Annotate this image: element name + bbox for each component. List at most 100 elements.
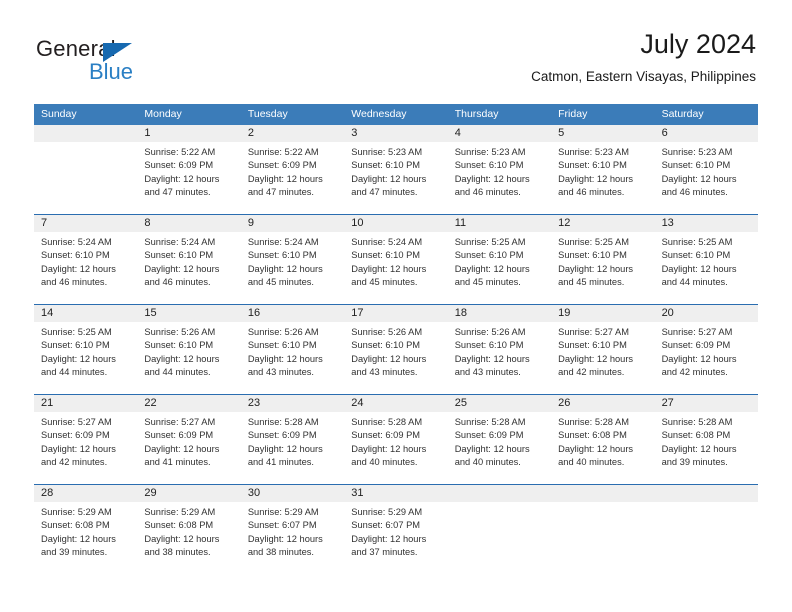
calendar-day-cell[interactable]: 24 Sunrise: 5:28 AM Sunset: 6:09 PM Dayligh… (344, 395, 448, 484)
calendar-day-cell[interactable]: 17 Sunrise: 5:26 AM Sunset: 6:10 PM Dayligh… (344, 305, 448, 394)
calendar-week-row: 1 Sunrise: 5:22 AM Sunset: 6:09 PM Daylight… (34, 125, 758, 214)
daylight-text-line2: and 43 minutes. (247, 367, 314, 378)
daylight-text-line1: Daylight: 12 hours (247, 263, 323, 274)
day-info: Sunrise: 5:26 AM Sunset: 6:10 PM Daylight:… (344, 322, 447, 380)
sunrise-text: Sunrise: 5:25 AM (41, 327, 112, 337)
calendar-day-cell[interactable]: 22 Sunrise: 5:27 AM Sunset: 6:09 PM Dayligh… (137, 395, 241, 484)
day-number: 17 (344, 305, 448, 322)
daylight-text-line1: Daylight: 12 hours (661, 263, 737, 274)
daylight-text-line2: and 40 minutes. (351, 457, 418, 468)
day-info: Sunrise: 5:24 AM Sunset: 6:10 PM Daylight:… (241, 232, 344, 290)
day-number (34, 125, 138, 142)
day-number: 31 (344, 485, 448, 502)
calendar-day-cell[interactable]: 10 Sunrise: 5:24 AM Sunset: 6:10 PM Dayligh… (344, 215, 448, 304)
calendar-day-cell[interactable]: 13 Sunrise: 5:25 AM Sunset: 6:10 PM Dayligh… (654, 215, 758, 304)
daylight-text-line2: and 38 minutes. (247, 547, 314, 558)
sunset-text: Sunset: 6:09 PM (144, 430, 214, 441)
calendar-day-cell[interactable]: 2 Sunrise: 5:22 AM Sunset: 6:09 PM Daylight… (240, 125, 345, 214)
calendar-cell-empty (447, 485, 552, 574)
calendar-day-cell[interactable]: 26 Sunrise: 5:28 AM Sunset: 6:08 PM Dayligh… (551, 395, 655, 484)
day-number: 7 (34, 215, 138, 232)
daylight-text-line1: Daylight: 12 hours (41, 533, 116, 544)
sunset-text: Sunset: 6:08 PM (41, 520, 110, 531)
calendar-day-cell[interactable]: 25 Sunrise: 5:28 AM Sunset: 6:09 PM Dayligh… (447, 395, 552, 484)
page-title: July 2024 (640, 29, 756, 59)
daylight-text-line1: Daylight: 12 hours (144, 263, 220, 274)
day-number: 4 (447, 125, 552, 142)
sunrise-text: Sunrise: 5:27 AM (41, 417, 112, 427)
calendar-day-cell[interactable]: 4 Sunrise: 5:23 AM Sunset: 6:10 PM Daylight… (447, 125, 552, 214)
daylight-text-line1: Daylight: 12 hours (454, 173, 530, 184)
daylight-text-line2: and 46 minutes. (558, 187, 625, 198)
daylight-text-line1: Daylight: 12 hours (454, 443, 530, 454)
daylight-text-line1: Daylight: 12 hours (351, 173, 427, 184)
daylight-text-line2: and 46 minutes. (144, 277, 211, 288)
calendar-day-cell[interactable]: 7 Sunrise: 5:24 AM Sunset: 6:10 PM Daylight… (34, 215, 138, 304)
daylight-text-line2: and 40 minutes. (454, 457, 521, 468)
day-number: 2 (240, 125, 345, 142)
calendar-day-cell[interactable]: 6 Sunrise: 5:23 AM Sunset: 6:10 PM Daylight… (654, 125, 758, 214)
logo-text-blue: Blue (89, 59, 134, 84)
sunrise-text: Sunrise: 5:27 AM (661, 327, 733, 337)
calendar-day-cell[interactable]: 12 Sunrise: 5:25 AM Sunset: 6:10 PM Dayligh… (551, 215, 655, 304)
day-number: 23 (240, 395, 345, 412)
day-info: Sunrise: 5:27 AM Sunset: 6:10 PM Daylight:… (551, 322, 654, 380)
calendar-cell-empty (551, 485, 655, 574)
sunrise-text: Sunrise: 5:23 AM (351, 147, 423, 157)
calendar-day-cell[interactable]: 16 Sunrise: 5:26 AM Sunset: 6:10 PM Dayligh… (240, 305, 345, 394)
calendar-day-cell[interactable]: 27 Sunrise: 5:28 AM Sunset: 6:08 PM Dayligh… (654, 395, 758, 484)
calendar-day-cell[interactable]: 30 Sunrise: 5:29 AM Sunset: 6:07 PM Dayligh… (240, 485, 345, 574)
weekday-header-row: Sunday Monday Tuesday Wednesday Thursday Frid… (34, 104, 758, 125)
sunrise-text: Sunrise: 5:27 AM (558, 327, 629, 337)
sunset-text: Sunset: 6:10 PM (351, 160, 421, 171)
day-info: Sunrise: 5:27 AM Sunset: 6:09 PM Daylight:… (34, 412, 137, 470)
day-info: Sunrise: 5:25 AM Sunset: 6:10 PM Daylight:… (551, 232, 654, 290)
sunrise-text: Sunrise: 5:24 AM (247, 237, 319, 247)
day-info: Sunrise: 5:25 AM Sunset: 6:10 PM Daylight:… (448, 232, 551, 290)
calendar-day-cell[interactable]: 5 Sunrise: 5:23 AM Sunset: 6:10 PM Daylight… (551, 125, 655, 214)
sunset-text: Sunset: 6:10 PM (247, 250, 317, 261)
calendar-day-cell[interactable]: 3 Sunrise: 5:23 AM Sunset: 6:10 PM Daylight… (344, 125, 448, 214)
calendar-day-cell[interactable]: 28 Sunrise: 5:29 AM Sunset: 6:08 PM Dayligh… (34, 485, 138, 574)
day-number: 29 (137, 485, 241, 502)
day-number: 5 (551, 125, 655, 142)
daylight-text-line1: Daylight: 12 hours (558, 443, 634, 454)
sunset-text: Sunset: 6:10 PM (144, 250, 214, 261)
calendar-day-cell[interactable]: 19 Sunrise: 5:27 AM Sunset: 6:10 PM Dayligh… (551, 305, 655, 394)
daylight-text-line1: Daylight: 12 hours (661, 173, 737, 184)
calendar-day-cell[interactable]: 9 Sunrise: 5:24 AM Sunset: 6:10 PM Daylight… (240, 215, 345, 304)
calendar-day-cell[interactable]: 11 Sunrise: 5:25 AM Sunset: 6:10 PM Dayligh… (447, 215, 552, 304)
day-info: Sunrise: 5:29 AM Sunset: 6:08 PM Daylight:… (137, 502, 240, 560)
sunrise-text: Sunrise: 5:28 AM (558, 417, 629, 427)
sunrise-text: Sunrise: 5:25 AM (661, 237, 733, 247)
general-blue-logo[interactable]: General Blue (36, 36, 216, 88)
daylight-text-line2: and 42 minutes. (41, 457, 108, 468)
calendar-day-cell[interactable]: 29 Sunrise: 5:29 AM Sunset: 6:08 PM Dayligh… (137, 485, 241, 574)
sunrise-text: Sunrise: 5:22 AM (247, 147, 319, 157)
day-info: Sunrise: 5:26 AM Sunset: 6:10 PM Daylight:… (241, 322, 344, 380)
calendar-day-cell[interactable]: 31 Sunrise: 5:29 AM Sunset: 6:07 PM Dayligh… (344, 485, 448, 574)
weekday-header-thursday: Thursday (454, 108, 499, 120)
sunset-text: Sunset: 6:10 PM (661, 160, 731, 171)
calendar-day-cell[interactable]: 23 Sunrise: 5:28 AM Sunset: 6:09 PM Dayligh… (240, 395, 345, 484)
day-number: 10 (344, 215, 448, 232)
sunset-text: Sunset: 6:10 PM (661, 250, 731, 261)
day-info: Sunrise: 5:22 AM Sunset: 6:09 PM Daylight:… (137, 142, 240, 200)
calendar-day-cell[interactable]: 18 Sunrise: 5:26 AM Sunset: 6:10 PM Dayligh… (447, 305, 552, 394)
sunset-text: Sunset: 6:08 PM (661, 430, 731, 441)
calendar-week-row: 7 Sunrise: 5:24 AM Sunset: 6:10 PM Daylight… (34, 214, 758, 304)
sunrise-text: Sunrise: 5:28 AM (661, 417, 733, 427)
calendar-day-cell[interactable]: 20 Sunrise: 5:27 AM Sunset: 6:09 PM Dayligh… (654, 305, 758, 394)
day-number: 18 (447, 305, 552, 322)
day-number: 21 (34, 395, 138, 412)
calendar-cell-empty (654, 485, 758, 574)
calendar-day-cell[interactable]: 21 Sunrise: 5:27 AM Sunset: 6:09 PM Dayligh… (34, 395, 138, 484)
calendar-day-cell[interactable]: 8 Sunrise: 5:24 AM Sunset: 6:10 PM Daylight… (137, 215, 241, 304)
daylight-text-line1: Daylight: 12 hours (454, 353, 530, 364)
daylight-text-line1: Daylight: 12 hours (661, 353, 737, 364)
daylight-text-line2: and 44 minutes. (144, 367, 211, 378)
calendar-day-cell[interactable]: 15 Sunrise: 5:26 AM Sunset: 6:10 PM Dayligh… (137, 305, 241, 394)
sunset-text: Sunset: 6:09 PM (454, 430, 524, 441)
calendar-day-cell[interactable]: 14 Sunrise: 5:25 AM Sunset: 6:10 PM Dayligh… (34, 305, 138, 394)
calendar-day-cell[interactable]: 1 Sunrise: 5:22 AM Sunset: 6:09 PM Daylight… (137, 125, 241, 214)
